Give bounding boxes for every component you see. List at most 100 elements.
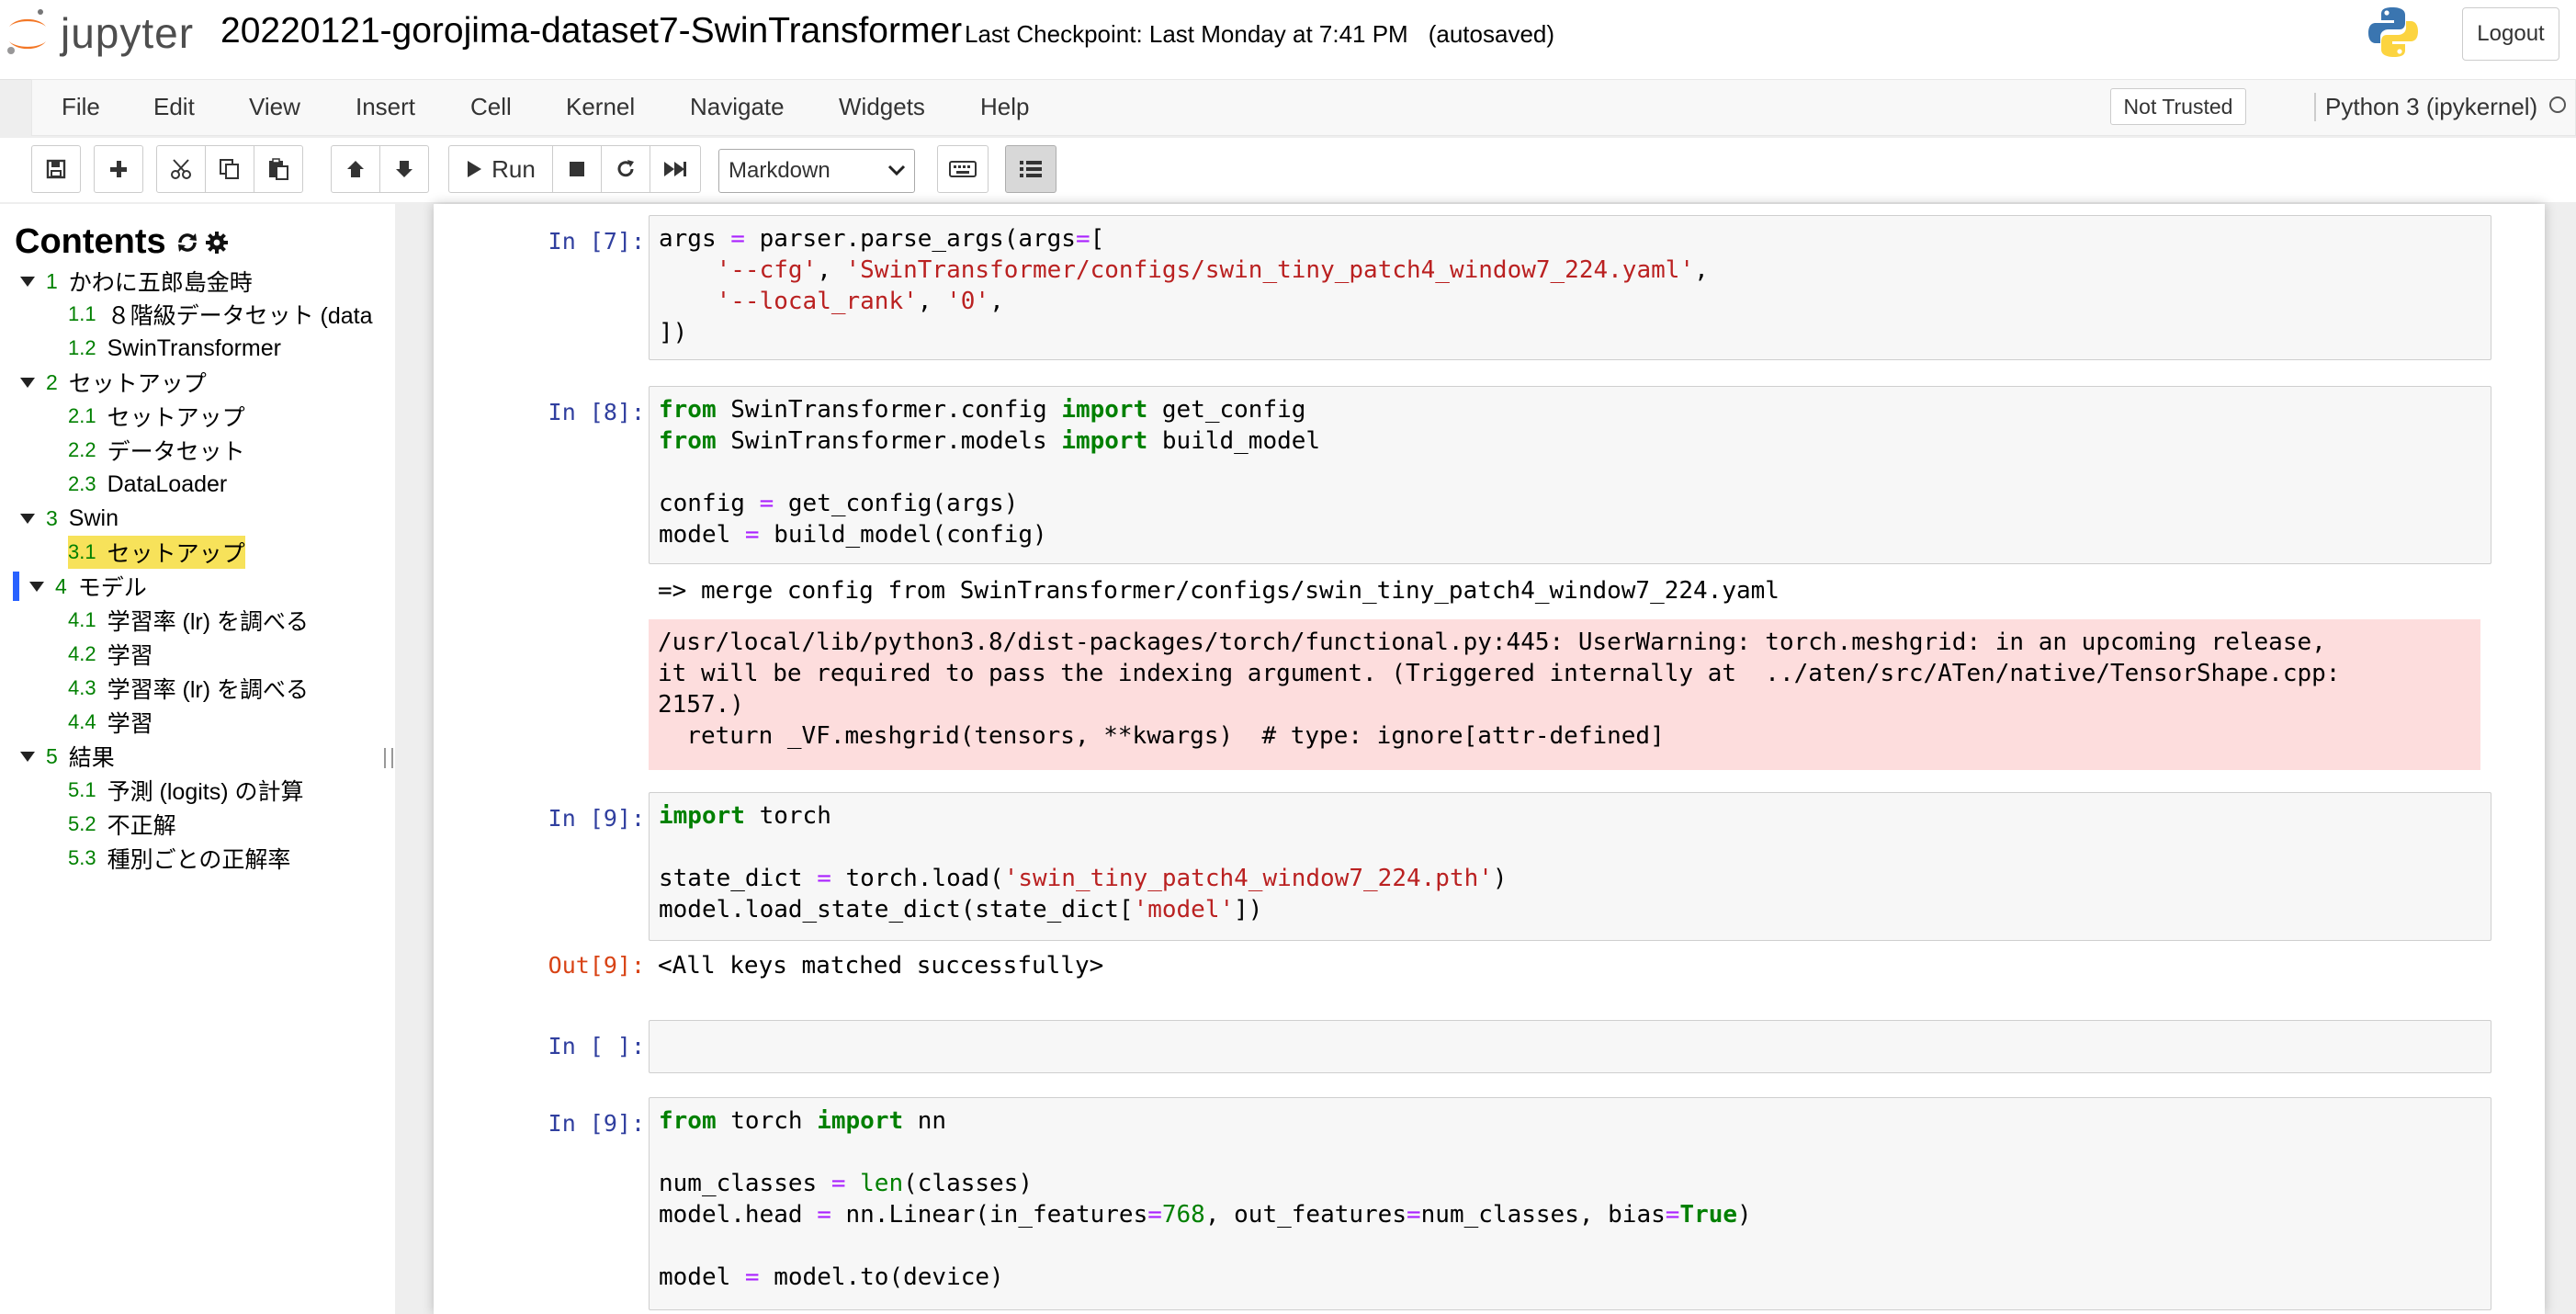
- input-prompt: In [9]:: [548, 805, 645, 832]
- code-token: [: [1090, 225, 1105, 253]
- caret-down-icon[interactable]: [20, 276, 35, 287]
- toc-item-number: 2.2: [68, 438, 96, 461]
- menu-widgets[interactable]: Widgets: [839, 93, 925, 121]
- command-palette-button[interactable]: [937, 145, 989, 193]
- toc-item-number: 1.2: [68, 336, 96, 359]
- toc-item-1-1[interactable]: 1.1 ８階級データセット (data: [68, 298, 373, 331]
- toc-item-4-4[interactable]: 4.4 学習: [68, 706, 153, 739]
- menu-navigate[interactable]: Navigate: [690, 93, 785, 121]
- toc-item-3[interactable]: 3 Swin: [20, 502, 119, 535]
- code-line: state_dict = torch.load('swin_tiny_patch…: [659, 865, 1508, 892]
- cut-button[interactable]: [156, 145, 206, 193]
- save-button[interactable]: [31, 145, 81, 193]
- caret-down-icon[interactable]: [20, 751, 35, 762]
- code-cell-input[interactable]: from torch import nn num_classes = len(c…: [649, 1097, 2491, 1310]
- kernel-name[interactable]: Python 3 (ipykernel): [2314, 93, 2537, 121]
- code-token: =: [830, 1170, 846, 1197]
- toc-item-label: 不正解: [107, 813, 176, 839]
- chevron-down-icon: [887, 164, 906, 176]
- logout-button[interactable]: Logout: [2462, 7, 2559, 61]
- code-token: import: [817, 1107, 904, 1135]
- toc-item-4-2[interactable]: 4.2 学習: [68, 638, 153, 671]
- toc-item-1[interactable]: 1 かわに五郎島金時: [20, 265, 253, 298]
- refresh-icon[interactable]: [175, 231, 199, 255]
- toc-toggle-button[interactable]: [1005, 145, 1056, 193]
- code-token: ): [1492, 865, 1508, 892]
- toc-item-2-3[interactable]: 2.3 DataLoader: [68, 468, 227, 501]
- code-token: 'swin_tiny_patch4_window7_224.pth': [1003, 865, 1493, 892]
- menu-insert[interactable]: Insert: [356, 93, 415, 121]
- code-cell-input[interactable]: from SwinTransformer.config import get_c…: [649, 386, 2491, 564]
- code-cell-input-empty[interactable]: [649, 1020, 2491, 1073]
- restart-run-all-button[interactable]: [650, 145, 701, 193]
- code-token: model.to(device): [759, 1263, 1004, 1291]
- toc-item-label: Swin: [68, 504, 119, 531]
- menu-view[interactable]: View: [249, 93, 300, 121]
- code-line: from torch import nn: [659, 1107, 946, 1135]
- toc-item-5-2[interactable]: 5.2 不正解: [68, 808, 176, 841]
- menu-help[interactable]: Help: [980, 93, 1029, 121]
- move-down-button[interactable]: [379, 145, 429, 193]
- jupyter-logo[interactable]: jupyter: [4, 6, 194, 61]
- code-token: 'SwinTransformer/configs/swin_tiny_patch…: [845, 256, 1695, 284]
- notebook-title[interactable]: 20220121-gorojima-dataset7-SwinTransform…: [220, 11, 962, 51]
- menu-file[interactable]: File: [62, 93, 100, 121]
- caret-down-icon[interactable]: [20, 377, 35, 388]
- code-token: torch.load(: [830, 865, 1004, 892]
- jupyter-logo-icon: [7, 9, 46, 54]
- code-token: model: [659, 521, 745, 549]
- menu-edit[interactable]: Edit: [153, 93, 195, 121]
- code-token: , out_features: [1204, 1201, 1407, 1229]
- caret-down-icon[interactable]: [29, 581, 44, 592]
- move-up-button[interactable]: [331, 145, 380, 193]
- code-cell-input[interactable]: args = parser.parse_args(args=[ '--cfg',…: [649, 215, 2491, 360]
- execute-result: <All keys matched successfully>: [658, 952, 1104, 980]
- restart-button[interactable]: [601, 145, 650, 193]
- run-button[interactable]: Run: [448, 145, 553, 193]
- toc-item-2[interactable]: 2 セットアップ: [20, 366, 207, 399]
- autosaved-text: (autosaved): [1428, 20, 1555, 48]
- toc-title: Contents: [15, 222, 229, 262]
- toc-item-label: 学習: [107, 643, 153, 669]
- copy-button[interactable]: [205, 145, 254, 193]
- toc-item-1-2[interactable]: 1.2 SwinTransformer: [68, 332, 281, 365]
- toc-item-5-1[interactable]: 5.1 予測 (logits) の計算: [68, 774, 304, 807]
- menu-kernel[interactable]: Kernel: [566, 93, 635, 121]
- code-token: True: [1679, 1201, 1738, 1229]
- restart-icon: [617, 160, 634, 177]
- toc-item-4-3[interactable]: 4.3 学習率 (lr) を調べる: [68, 672, 309, 705]
- code-token: import: [659, 802, 745, 830]
- stderr-output: /usr/local/lib/python3.8/dist-packages/t…: [649, 619, 2480, 770]
- toc-current-marker: [13, 572, 19, 601]
- header: jupyter 20220121-gorojima-dataset7-SwinT…: [0, 0, 2576, 80]
- toc-item-4[interactable]: 4 モデル: [29, 570, 147, 603]
- paste-button[interactable]: [254, 145, 303, 193]
- toc-item-4-1[interactable]: 4.1 学習率 (lr) を調べる: [68, 604, 309, 637]
- toc-item-5[interactable]: 5 結果: [20, 740, 115, 773]
- python-logo-icon: [2368, 7, 2418, 57]
- toc-item-2-2[interactable]: 2.2 データセット: [68, 434, 245, 467]
- toc-list-icon: [1020, 161, 1042, 177]
- toc-item-5-3[interactable]: 5.3 種別ごとの正解率: [68, 842, 290, 875]
- cell-type-select[interactable]: Markdown: [718, 149, 915, 193]
- code-cell-input[interactable]: import torch state_dict = torch.load('sw…: [649, 792, 2491, 941]
- not-trusted-button[interactable]: Not Trusted: [2110, 88, 2246, 125]
- toc-resize-handle[interactable]: [384, 748, 393, 768]
- code-token: model: [659, 1263, 745, 1291]
- code-line: config = get_config(args): [659, 490, 1018, 517]
- interrupt-button[interactable]: [552, 145, 602, 193]
- toc-title-text: Contents: [15, 222, 166, 261]
- code-token: ]): [659, 319, 688, 346]
- code-token: '--cfg': [716, 256, 818, 284]
- save-icon: [46, 159, 66, 179]
- gear-icon[interactable]: [205, 231, 229, 255]
- toc-item-2-1[interactable]: 2.1 セットアップ: [68, 400, 245, 433]
- toc-item-3-1[interactable]: 3.1 セットアップ: [68, 536, 245, 569]
- code-line: model = model.to(device): [659, 1263, 1004, 1291]
- toc-item-label: かわに五郎島金時: [68, 270, 253, 296]
- code-token: =: [1075, 225, 1090, 253]
- insert-cell-button[interactable]: [94, 145, 143, 193]
- caret-down-icon[interactable]: [20, 513, 35, 524]
- menu-cell[interactable]: Cell: [470, 93, 512, 121]
